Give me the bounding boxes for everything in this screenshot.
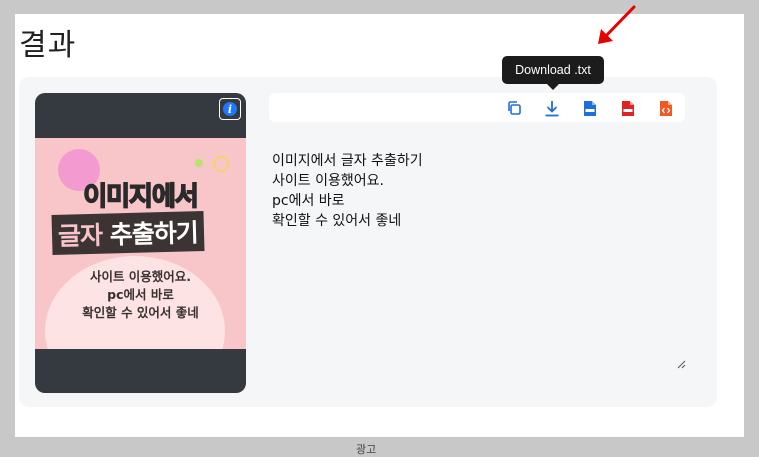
info-icon: i (223, 102, 237, 116)
image-title-bottom: 글자 추출하기 (51, 211, 205, 255)
html-file-icon (660, 100, 672, 116)
ad-label: 광고 (356, 443, 377, 456)
result-card: i 이미지에서 글자 추출하기 사이트 이용했어요. pc에서 바로 확인할 수… (19, 77, 717, 407)
download-doc-button[interactable] (581, 99, 599, 117)
image-preview: i 이미지에서 글자 추출하기 사이트 이용했어요. pc에서 바로 확인할 수… (35, 93, 246, 393)
image-title-word-a: 글자 (57, 220, 103, 251)
result-panel: 결과 i 이미지에서 글자 추출하기 사이트 이용했어요. pc에서 바로 확인… (15, 14, 744, 437)
image-title-word-b: 추출하기 (109, 218, 199, 250)
image-green-dot (195, 159, 203, 167)
image-subtitle: 사이트 이용했어요. pc에서 바로 확인할 수 있어서 좋네 (35, 268, 246, 322)
image-sub-line: pc에서 바로 (107, 287, 174, 302)
image-sub-line: 확인할 수 있어서 좋네 (82, 305, 199, 320)
download-html-button[interactable] (657, 99, 675, 117)
copy-icon (508, 101, 521, 115)
image-sub-line: 사이트 이용했어요. (89, 269, 192, 284)
download-icon (545, 100, 559, 116)
download-tooltip: Download .txt (502, 56, 604, 84)
section-title: 결과 (19, 28, 77, 63)
extracted-text-area[interactable] (269, 151, 687, 373)
image-title-top: 이미지에서 (82, 181, 199, 213)
annotation-arrow-icon (598, 5, 636, 44)
info-button[interactable]: i (219, 98, 241, 120)
pdf-file-icon (622, 100, 634, 116)
copy-button[interactable] (505, 99, 523, 117)
doc-file-icon (584, 100, 596, 116)
image-yellow-ring (213, 156, 229, 172)
resize-handle-icon[interactable] (676, 359, 686, 369)
result-toolbar (269, 93, 685, 122)
tooltip-pointer (547, 84, 559, 90)
download-pdf-button[interactable] (619, 99, 637, 117)
uploaded-image: 이미지에서 글자 추출하기 사이트 이용했어요. pc에서 바로 확인할 수 있… (35, 138, 246, 349)
download-txt-button[interactable] (543, 99, 561, 117)
